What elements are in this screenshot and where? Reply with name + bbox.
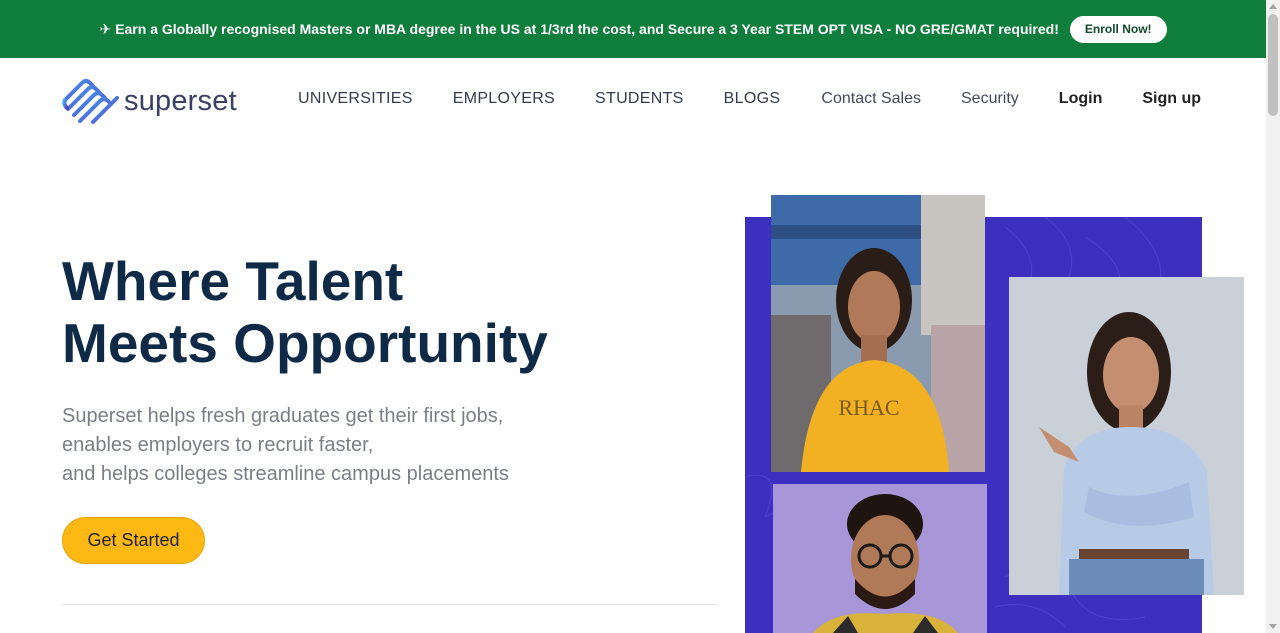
nav-employers[interactable]: EMPLOYERS: [453, 90, 555, 108]
hero-subtitle-line-3: and helps colleges streamline campus pla…: [62, 463, 509, 485]
superset-logo[interactable]: superset: [62, 76, 237, 126]
page-scrollbar[interactable]: [1266, 0, 1280, 633]
logo-wordmark: superset: [124, 84, 237, 117]
secondary-nav: Contact Sales Security Login Sign up: [781, 90, 1201, 108]
hero-title-line-1: Where Talent: [62, 250, 404, 312]
nav-students[interactable]: STUDENTS: [595, 90, 684, 108]
nav-universities[interactable]: UNIVERSITIES: [298, 90, 413, 108]
security-link[interactable]: Security: [961, 90, 1019, 108]
hero-subtitle: Superset helps fresh graduates get their…: [62, 402, 509, 489]
nav-blogs[interactable]: BLOGS: [724, 90, 781, 108]
login-link[interactable]: Login: [1059, 90, 1103, 108]
top-navigation: superset UNIVERSITIES EMPLOYERS STUDENTS…: [0, 58, 1266, 142]
promo-text: Earn a Globally recognised Masters or MB…: [115, 21, 1059, 37]
student-photo-woman-pointing: [1009, 277, 1244, 595]
scroll-down-icon[interactable]: [1269, 624, 1277, 629]
section-divider: [62, 604, 717, 605]
student-photo-man-glasses: [773, 484, 987, 633]
enroll-now-button[interactable]: Enroll Now!: [1069, 15, 1167, 43]
signup-link[interactable]: Sign up: [1142, 90, 1201, 108]
hero-subtitle-line-1: Superset helps fresh graduates get their…: [62, 405, 504, 427]
svg-text:RHAC: RHAC: [838, 395, 899, 420]
scrollbar-thumb[interactable]: [1268, 14, 1278, 116]
scroll-up-icon[interactable]: [1269, 4, 1277, 9]
airplane-icon: ✈: [99, 20, 112, 37]
hero-subtitle-line-2: enables employers to recruit faster,: [62, 434, 374, 456]
primary-nav: UNIVERSITIES EMPLOYERS STUDENTS BLOGS: [298, 90, 820, 108]
promo-banner: ✈ Earn a Globally recognised Masters or …: [0, 0, 1266, 58]
student-photo-woman-yellow-shirt: RHAC: [771, 195, 985, 472]
hero-title: Where Talent Meets Opportunity: [62, 250, 548, 374]
hero-title-line-2: Meets Opportunity: [62, 312, 548, 374]
get-started-button[interactable]: Get Started: [62, 517, 205, 564]
superset-logo-icon: [62, 79, 119, 124]
contact-sales-link[interactable]: Contact Sales: [821, 90, 921, 108]
